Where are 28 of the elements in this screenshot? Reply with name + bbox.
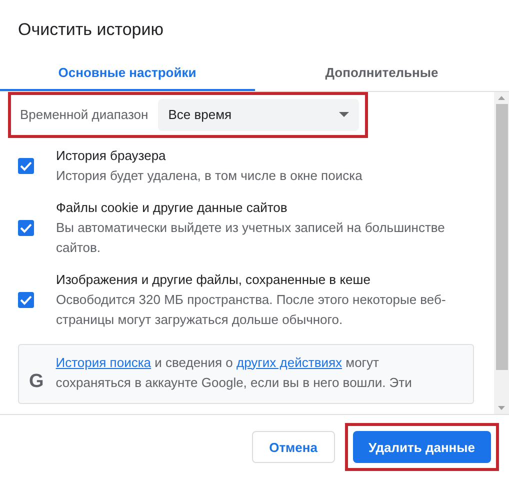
time-range-label: Временной диапазон: [20, 106, 148, 124]
time-range-select[interactable]: Все время: [158, 98, 359, 130]
scrollbar[interactable]: [494, 92, 509, 414]
scroll-up-icon[interactable]: [498, 96, 505, 100]
checkbox[interactable]: [18, 292, 34, 308]
check-icon: [20, 294, 32, 304]
check-icon: [20, 222, 32, 232]
note-link[interactable]: История поиска: [56, 354, 152, 370]
google-note-text: История поиска и сведения о других действиях могут сохраняться в аккаунте Google, если вы в него вошли. Эти: [56, 354, 413, 392]
delete-data-button[interactable]: Удалить данные: [352, 431, 491, 464]
option-title: Изображения и другие файлы, сохраненные в кеше: [56, 270, 372, 289]
check-icon: [20, 160, 32, 170]
checkbox[interactable]: [18, 158, 34, 174]
note-link[interactable]: других действиях: [236, 354, 342, 370]
option-description: История будет удалена, в том числе в окне поиска: [56, 166, 362, 185]
tab[interactable]: Дополнительные: [254, 56, 509, 90]
option-title: Файлы cookie и другие данные сайтов: [56, 198, 288, 217]
tab[interactable]: Основные настройки: [0, 56, 254, 90]
scroll-down-icon[interactable]: [498, 406, 505, 410]
option-title: История браузера: [56, 146, 167, 165]
scrollbar-thumb[interactable]: [496, 104, 508, 370]
checkbox[interactable]: [18, 220, 34, 236]
cancel-button[interactable]: Отмена: [252, 431, 334, 464]
dropdown-caret-icon: [339, 112, 349, 117]
option-description: Освободится 320 МБ пространства. После этого некоторые веб-страницы могут загружаться дольше обычного.: [56, 290, 447, 329]
dialog-title: Очистить историю: [17, 19, 164, 41]
option-description: Вы автоматически выйдете из учетных записей на большинстве сайтов.: [56, 218, 446, 256]
google-icon: G: [29, 370, 44, 392]
